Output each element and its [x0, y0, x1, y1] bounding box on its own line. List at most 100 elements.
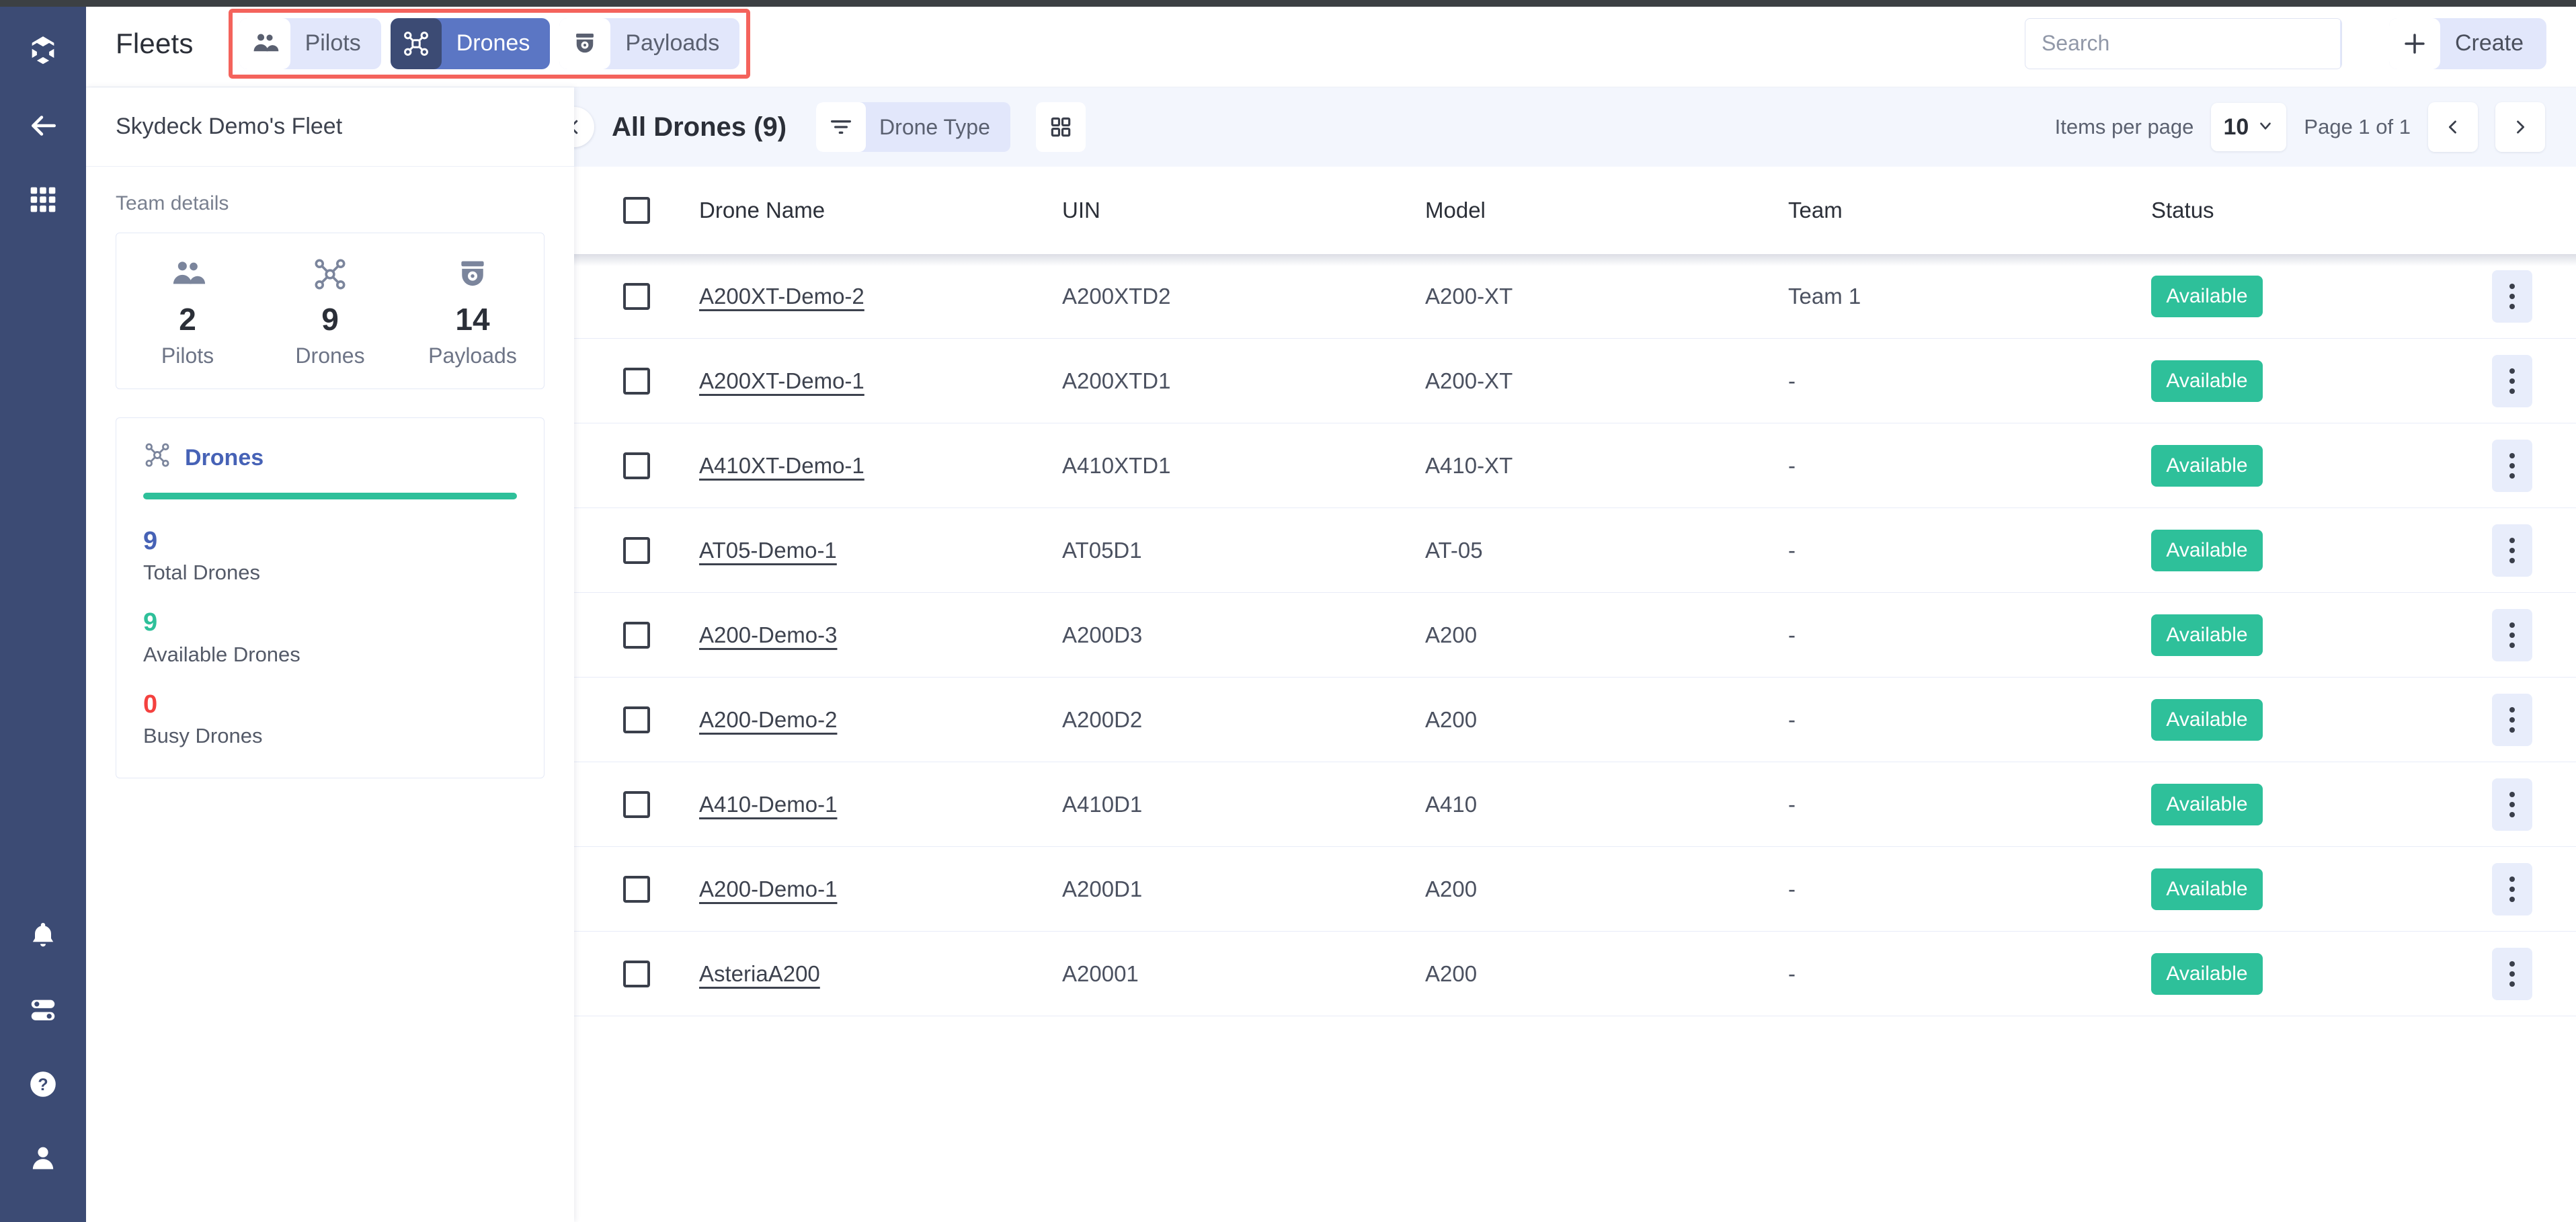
- filter-icon: [816, 102, 867, 152]
- drone-name-link[interactable]: A200XT-Demo-1: [699, 368, 864, 393]
- row-menu-icon[interactable]: [2492, 862, 2532, 915]
- status-badge: Available: [2151, 614, 2263, 656]
- items-per-page-value: 10: [2223, 114, 2249, 140]
- row-actions-cell: [2448, 778, 2576, 831]
- drone-team: -: [1788, 368, 1796, 393]
- account-icon[interactable]: [0, 1121, 86, 1195]
- notifications-bell-icon[interactable]: [0, 899, 86, 973]
- items-per-page-select[interactable]: 10: [2211, 103, 2287, 151]
- search-input[interactable]: [2025, 18, 2340, 69]
- drone-uin: A200D1: [1062, 876, 1143, 901]
- drone-uin: A200D2: [1062, 706, 1143, 732]
- tab-drones[interactable]: Drones: [390, 17, 551, 69]
- prev-page-button[interactable]: [2428, 102, 2478, 152]
- row-actions-cell: [2448, 354, 2576, 407]
- search-box: [2024, 17, 2342, 69]
- tab-pilots[interactable]: Pilots: [239, 17, 381, 69]
- stat-payloads: 14 Payloads: [401, 256, 544, 368]
- apps-grid-icon[interactable]: [0, 163, 86, 237]
- row-select-cell: [574, 452, 699, 479]
- tab-payloads-label: Payloads: [625, 30, 720, 56]
- row-actions-cell: [2448, 862, 2576, 915]
- drones-table: Drone Name UIN Model Team Status A200XT-…: [574, 167, 2576, 1222]
- plus-icon: [2388, 17, 2440, 69]
- create-button[interactable]: Create: [2388, 17, 2546, 69]
- table-rows-container: A200XT-Demo-2 A200XTD2 A200-XT Team 1 Availa…: [574, 254, 2576, 1016]
- team-details-label: Team details: [116, 192, 229, 214]
- team-stats-card: 2 Pilots 9 Drones 14 Payloads: [116, 233, 545, 389]
- back-arrow-icon[interactable]: [0, 89, 86, 163]
- tab-payloads[interactable]: Payloads: [559, 17, 740, 69]
- row-checkbox[interactable]: [623, 367, 650, 395]
- drone-name-link[interactable]: A200XT-Demo-2: [699, 284, 864, 309]
- row-checkbox[interactable]: [623, 706, 650, 733]
- row-checkbox[interactable]: [623, 875, 650, 903]
- left-icon-rail: ?: [0, 0, 86, 1222]
- pilots-icon: [239, 17, 290, 69]
- drone-team: -: [1788, 706, 1796, 732]
- row-actions-cell: [2448, 693, 2576, 746]
- drone-name-link[interactable]: A200-Demo-3: [699, 622, 837, 647]
- row-checkbox[interactable]: [623, 452, 650, 479]
- header-right-group: Create: [2024, 17, 2546, 69]
- row-checkbox[interactable]: [623, 790, 650, 818]
- column-header-model: Model: [1425, 198, 1486, 222]
- row-menu-icon[interactable]: [2492, 439, 2532, 492]
- search-icon[interactable]: [2339, 18, 2341, 69]
- payloads-icon: [559, 17, 611, 69]
- drone-uin: AT05D1: [1062, 537, 1142, 563]
- fleet-name: Skydeck Demo's Fleet: [116, 114, 343, 139]
- row-menu-icon[interactable]: [2492, 778, 2532, 831]
- drone-model: A200: [1425, 622, 1478, 647]
- drone-name-link[interactable]: A200-Demo-1: [699, 877, 837, 901]
- drone-model: A200: [1425, 961, 1478, 986]
- grid-view-icon[interactable]: [1035, 102, 1086, 152]
- items-per-page-label: Items per page: [2054, 115, 2194, 138]
- drone-model: A410: [1425, 791, 1478, 817]
- row-menu-icon[interactable]: [2492, 608, 2532, 661]
- drone-name-link[interactable]: A410-Demo-1: [699, 792, 837, 817]
- stat-drones-value: 9: [321, 302, 339, 337]
- row-menu-icon[interactable]: [2492, 947, 2532, 1000]
- row-menu-icon[interactable]: [2492, 354, 2532, 407]
- select-all-cell: [574, 197, 699, 224]
- status-badge: Available: [2151, 952, 2263, 995]
- drone-uin: A200XTD2: [1062, 283, 1171, 309]
- drone-team: Team 1: [1788, 283, 1861, 309]
- row-checkbox[interactable]: [623, 536, 650, 564]
- drone-name-link[interactable]: A410XT-Demo-1: [699, 453, 864, 478]
- drone-type-filter[interactable]: Drone Type: [816, 102, 1010, 152]
- row-checkbox[interactable]: [623, 282, 650, 310]
- table-row: A200-Demo-2 A200D2 A200 - Available: [574, 678, 2576, 762]
- toggles-icon[interactable]: [0, 973, 86, 1047]
- row-actions-cell: [2448, 947, 2576, 1000]
- row-checkbox[interactable]: [623, 960, 650, 987]
- app-logo-icon[interactable]: [0, 15, 86, 89]
- page-title: Fleets: [116, 27, 194, 59]
- row-menu-icon[interactable]: [2492, 524, 2532, 577]
- row-select-cell: [574, 282, 699, 310]
- table-title: All Drones (9): [612, 112, 787, 142]
- busy-drones-value: 0: [143, 690, 158, 719]
- stat-drones: 9 Drones: [259, 256, 401, 368]
- row-checkbox[interactable]: [623, 621, 650, 649]
- select-all-checkbox[interactable]: [623, 197, 650, 224]
- stat-payloads-value: 14: [455, 302, 490, 337]
- stat-payloads-caption: Payloads: [428, 343, 517, 368]
- row-menu-icon[interactable]: [2492, 693, 2532, 746]
- drone-name-link[interactable]: AT05-Demo-1: [699, 538, 837, 563]
- status-badge: Available: [2151, 868, 2263, 910]
- tab-pilots-label: Pilots: [305, 30, 361, 56]
- row-menu-icon[interactable]: [2492, 270, 2532, 323]
- drone-model: A200: [1425, 876, 1478, 901]
- drone-model: A200-XT: [1425, 283, 1513, 309]
- drone-name-link[interactable]: A200-Demo-2: [699, 707, 837, 732]
- help-icon[interactable]: ?: [0, 1047, 86, 1121]
- total-drones-value: 9: [143, 526, 158, 555]
- drone-name-link[interactable]: AsteriaA200: [699, 961, 820, 986]
- next-page-button[interactable]: [2495, 102, 2545, 152]
- table-toolbar: All Drones (9) Drone Type Items per page…: [554, 87, 2576, 167]
- chevron-down-icon: [2257, 117, 2274, 138]
- row-actions-cell: [2448, 439, 2576, 492]
- drone-model: A200-XT: [1425, 368, 1513, 393]
